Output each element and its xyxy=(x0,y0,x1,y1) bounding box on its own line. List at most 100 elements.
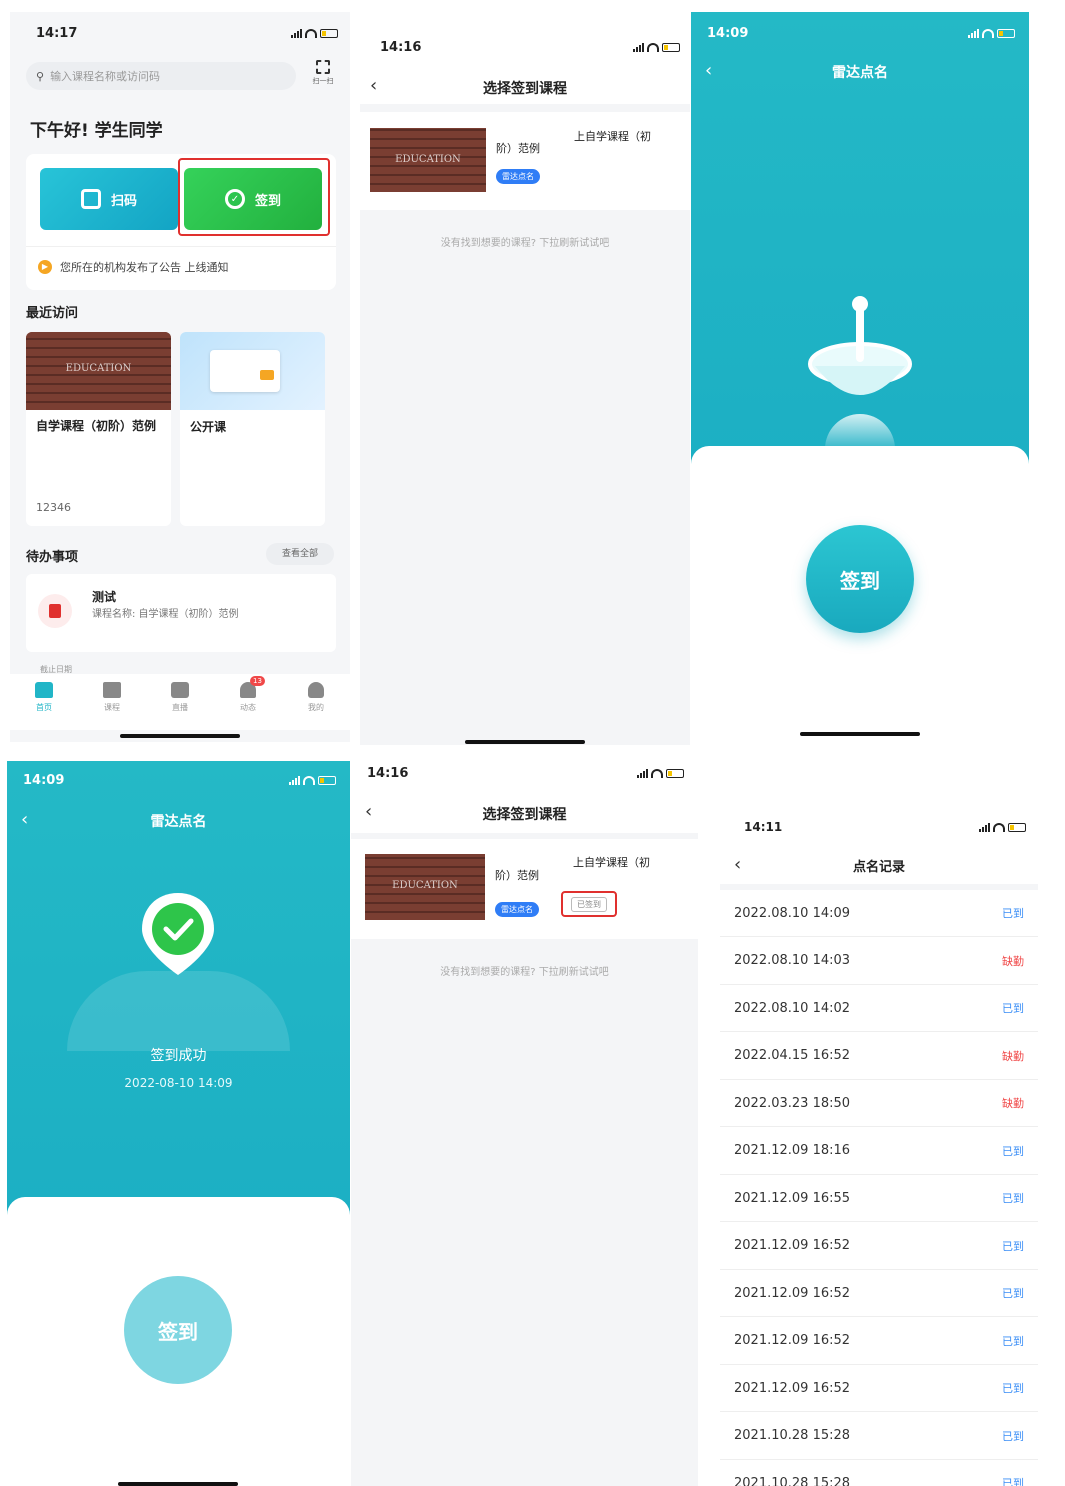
record-datetime: 2021.12.09 16:52 xyxy=(734,1380,851,1396)
search-input[interactable]: ⚲ 输入课程名称或访问码 xyxy=(26,62,296,90)
record-row[interactable]: 2021.12.09 16:52 已到 xyxy=(720,1223,1038,1270)
record-row[interactable]: 2021.12.09 16:55 已到 xyxy=(720,1175,1038,1222)
scan-corner-button[interactable]: 扫一扫 xyxy=(310,60,336,86)
record-datetime: 2022.08.10 14:09 xyxy=(734,905,851,921)
radar-badge: 雷达点名 xyxy=(496,169,540,184)
status-time: 14:11 xyxy=(744,820,783,834)
scan-icon-label: 扫一扫 xyxy=(312,77,334,85)
record-status: 已到 xyxy=(1002,1334,1024,1348)
todo-item-sub: 课程名称: 自学课程（初阶）范例 xyxy=(92,609,239,620)
home-icon xyxy=(35,682,53,698)
record-row[interactable]: 2022.08.10 14:02 已到 xyxy=(720,985,1038,1032)
public-card-title: 公开课 xyxy=(190,420,227,434)
record-status: 已到 xyxy=(1002,1477,1024,1486)
signin-round-label: 签到 xyxy=(840,568,880,593)
record-row[interactable]: 2021.10.28 15:28 已到 xyxy=(720,1413,1038,1460)
search-icon: ⚲ xyxy=(36,69,45,83)
signed-status-highlight: 已签到 xyxy=(561,891,617,917)
success-datetime: 2022-08-10 14:09 xyxy=(124,1076,233,1090)
course-title-line1: 上自学课程（初 xyxy=(573,856,650,869)
radar-badge: 雷达点名 xyxy=(495,902,539,917)
tab-me[interactable]: 我的 xyxy=(296,682,336,730)
scan-button-label: 扫码 xyxy=(110,193,137,209)
record-row[interactable]: 2021.12.09 16:52 已到 xyxy=(720,1365,1038,1412)
record-datetime: 2022.08.10 14:03 xyxy=(734,953,851,968)
page-title: 选择签到课程 xyxy=(483,81,567,97)
signin-round-button-disabled[interactable]: 签到 xyxy=(124,1276,232,1384)
record-row[interactable]: 2021.12.09 16:52 已到 xyxy=(720,1318,1038,1365)
success-text: 签到成功 xyxy=(150,1048,207,1064)
course-row[interactable]: EDUCATION 上自学课程（初 阶）范例 雷达点名 已签到 xyxy=(351,839,698,939)
notice-text: 您所在的机构发布了公告 上线通知 xyxy=(60,260,229,274)
home-indicator xyxy=(465,740,585,744)
screen-records: 14:11 ‹ 点名记录 2022.08.10 14:09 已到 2022.08.1… xyxy=(720,806,1038,1486)
tab-activity-label: 动态 xyxy=(240,703,256,712)
course-title-line2: 阶）范例 xyxy=(495,869,539,882)
record-datetime: 2021.12.09 16:52 xyxy=(734,1333,851,1348)
course-cover: EDUCATION xyxy=(370,128,486,192)
status-time: 14:09 xyxy=(23,773,65,788)
scan-button[interactable]: 扫码 xyxy=(40,168,178,230)
recent-card-course[interactable]: EDUCATION 自学课程（初阶）范例 12346 xyxy=(26,332,171,526)
record-datetime: 2022.03.23 18:50 xyxy=(734,1095,851,1111)
greeting: 下午好! 学生同学 xyxy=(30,121,163,141)
record-datetime: 2021.12.09 16:52 xyxy=(734,1238,851,1253)
course-title-line1: 上自学课程（初 xyxy=(574,130,651,143)
recent-card-public[interactable]: 公开课 xyxy=(180,332,325,526)
empty-hint: 没有找到想要的课程? 下拉刷新试试吧 xyxy=(440,238,610,249)
tab-courses[interactable]: 课程 xyxy=(92,682,132,730)
record-status: 已到 xyxy=(1002,1429,1024,1443)
success-pin-icon xyxy=(138,889,218,979)
course-row[interactable]: EDUCATION 上自学课程（初 阶）范例 雷达点名 xyxy=(360,112,690,210)
speaker-icon: ▶ xyxy=(38,259,52,274)
record-datetime: 2021.12.09 16:55 xyxy=(734,1190,851,1206)
tab-activity[interactable]: 13 动态 xyxy=(228,676,268,730)
status-icons xyxy=(968,28,1015,38)
signed-badge: 已签到 xyxy=(571,896,607,912)
tab-me-label: 我的 xyxy=(308,703,324,712)
record-datetime: 2022.04.15 16:52 xyxy=(734,1048,851,1063)
status-time: 14:16 xyxy=(380,40,422,55)
todo-title: 待办事项 xyxy=(26,550,79,565)
status-time: 14:09 xyxy=(707,26,749,41)
records-list: 2022.08.10 14:09 已到 2022.08.10 14:03 缺勤 2022… xyxy=(720,890,1038,1486)
status-icons xyxy=(979,822,1026,832)
screen-select-course-signed: 14:16 ‹ 选择签到课程 EDUCATION 上自学课程（初 阶）范例 雷达… xyxy=(351,761,698,1486)
record-status: 已到 xyxy=(1002,1239,1024,1253)
page-title: 点名记录 xyxy=(852,860,905,875)
recent-title: 最近访问 xyxy=(26,306,79,321)
user-icon xyxy=(308,682,324,698)
record-status: 缺勤 xyxy=(1002,954,1024,968)
record-datetime: 2021.12.09 16:52 xyxy=(734,1285,851,1301)
record-row[interactable]: 2021.10.28 15:28 已到 xyxy=(720,1460,1038,1486)
tab-bar: 首页 课程 直播 13 动态 我的 xyxy=(10,674,350,730)
status-icons xyxy=(291,28,338,38)
record-status: 已到 xyxy=(1002,1287,1024,1300)
record-datetime: 2022.08.10 14:02 xyxy=(734,1000,851,1016)
radar-dish-icon xyxy=(805,294,915,404)
record-row[interactable]: 2021.12.09 18:16 已到 xyxy=(720,1128,1038,1175)
record-row[interactable]: 2022.03.23 18:50 缺勤 xyxy=(720,1080,1038,1127)
status-time: 14:17 xyxy=(36,26,78,41)
tab-home[interactable]: 首页 xyxy=(24,682,64,730)
screen-home: 14:17 ⚲ 输入课程名称或访问码 扫一扫 下午好! 学生同学 扫码 ✓ 签到 … xyxy=(10,12,350,742)
course-card-code: 12346 xyxy=(36,501,71,514)
signin-round-button[interactable]: 签到 xyxy=(806,525,914,633)
search-placeholder: 输入课程名称或访问码 xyxy=(50,70,161,83)
todo-item[interactable]: 测试 课程名称: 自学课程（初阶）范例 xyxy=(26,574,336,652)
notice-bar[interactable]: ▶ 您所在的机构发布了公告 上线通知 xyxy=(26,246,336,286)
tab-live[interactable]: 直播 xyxy=(160,682,200,730)
record-row[interactable]: 2021.12.09 16:52 已到 xyxy=(720,1270,1038,1317)
view-all-button[interactable]: 查看全部 xyxy=(266,543,334,565)
todo-doc-icon xyxy=(38,594,72,628)
record-datetime: 2021.10.28 15:28 xyxy=(734,1475,851,1486)
record-row[interactable]: 2022.04.15 16:52 缺勤 xyxy=(720,1033,1038,1080)
tab-live-label: 直播 xyxy=(172,703,188,712)
record-datetime: 2021.10.28 15:28 xyxy=(734,1428,851,1443)
record-status: 已到 xyxy=(1002,1002,1024,1015)
record-status: 已到 xyxy=(1002,907,1024,920)
empty-hint: 没有找到想要的课程? 下拉刷新试试吧 xyxy=(440,967,609,978)
quick-actions-card: 扫码 ✓ 签到 ▶ 您所在的机构发布了公告 上线通知 xyxy=(26,154,336,290)
record-row[interactable]: 2022.08.10 14:09 已到 xyxy=(720,890,1038,937)
record-row[interactable]: 2022.08.10 14:03 缺勤 xyxy=(720,938,1038,985)
